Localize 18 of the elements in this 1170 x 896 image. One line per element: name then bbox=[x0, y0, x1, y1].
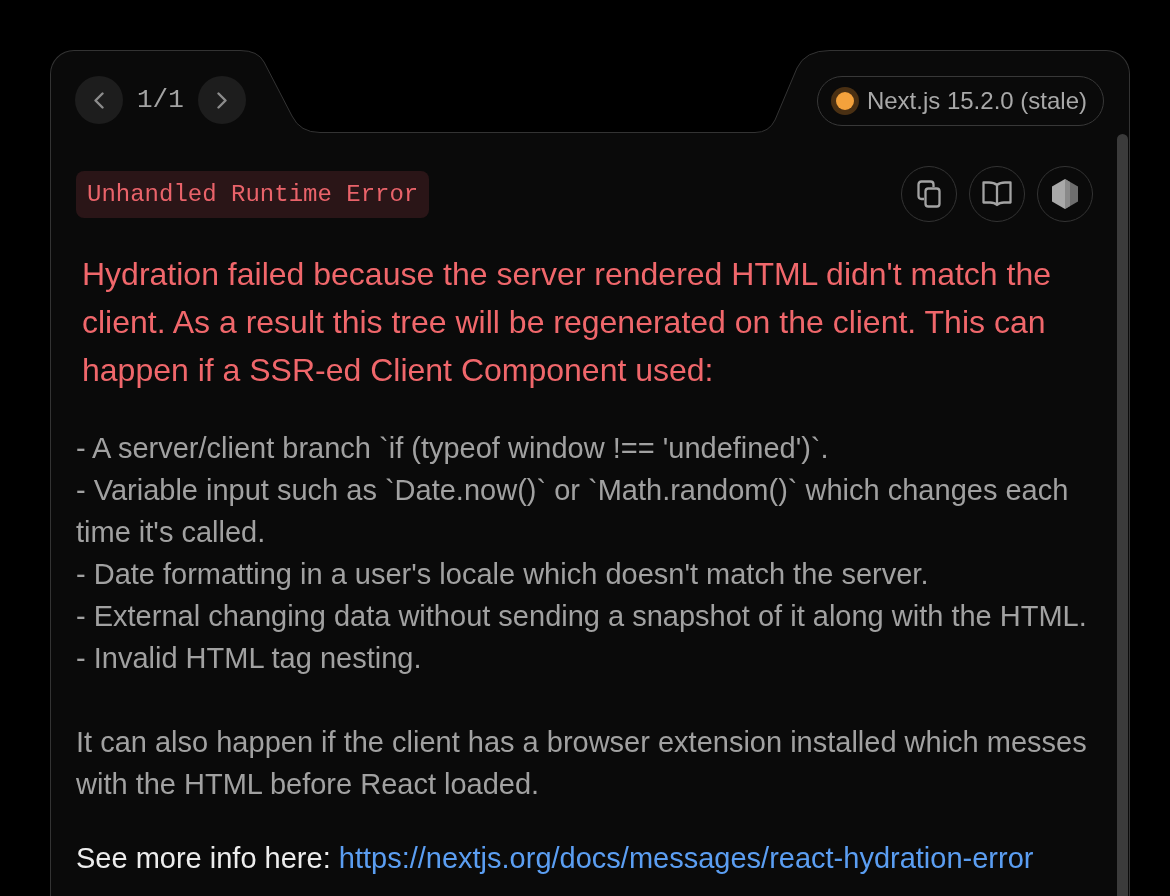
more-info-text: See more info here: https://nextjs.org/docs/messages/react-hydration-error bbox=[76, 841, 1035, 876]
cause-item: - Date formatting in a user's locale which doesn't match the server. bbox=[76, 557, 930, 592]
error-message: Hydration failed because the server rendered HTML didn't match the client. As a result this tree will be regenerated on the client. This can happen if a SSR-ed Client Component used: bbox=[81, 255, 1052, 390]
scrollbar-thumb[interactable] bbox=[1117, 134, 1128, 896]
hexagon-icon bbox=[1052, 179, 1078, 209]
error-type-badge: Unhandled Runtime Error bbox=[76, 170, 430, 218]
cause-item: - A server/client branch `if (typeof window !== 'undefined')`. bbox=[76, 431, 830, 466]
copy-icon bbox=[917, 180, 941, 208]
status-dot-icon bbox=[830, 87, 859, 115]
note-text: It can also happen if the client has a browser extension installed which messes with the HTML before React loaded. bbox=[76, 725, 1088, 802]
cause-item: - Variable input such as `Date.now()` or `Math.random()` which changes each time it's called. bbox=[76, 473, 1070, 550]
docs-link[interactable]: https://nextjs.org/docs/messages/react-hydration-error bbox=[338, 842, 1034, 874]
book-icon bbox=[982, 181, 1012, 207]
chevron-right-icon bbox=[216, 91, 227, 109]
chevron-left-icon bbox=[94, 91, 104, 109]
cause-item: - Invalid HTML tag nesting. bbox=[76, 641, 423, 676]
cause-item: - External changing data without sending a snapshot of it along with the HTML. bbox=[76, 599, 1088, 634]
page-counter: 1/1 bbox=[137, 85, 184, 115]
